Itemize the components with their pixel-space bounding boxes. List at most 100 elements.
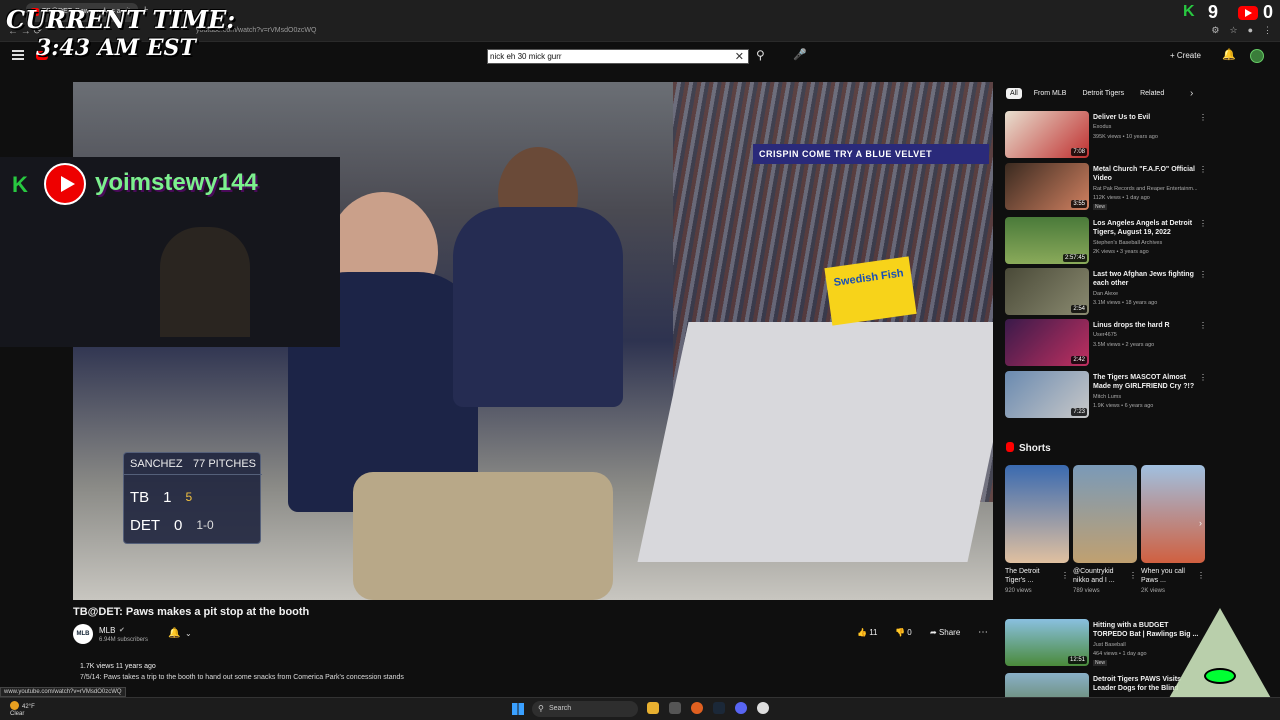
more-options-icon[interactable]: ⋮ bbox=[1199, 113, 1207, 122]
recommendation-item[interactable]: 2:54 Last two Afghan Jews fighting each … bbox=[1005, 268, 1215, 315]
taskbar-apps bbox=[647, 702, 769, 714]
browser-menu-icon[interactable]: ⋮ bbox=[1263, 25, 1272, 36]
short-item[interactable]: @Countrykid nikko and I ... 789 views ⋮ bbox=[1073, 465, 1137, 594]
thumbnail[interactable]: 2:42 bbox=[1005, 319, 1089, 366]
profile-icon[interactable]: ● bbox=[1248, 25, 1253, 36]
clear-search-icon[interactable]: ✕ bbox=[735, 50, 744, 63]
share-button[interactable]: ➦ Share bbox=[930, 628, 960, 637]
recommendation-item[interactable]: 2:42 Linus drops the hard R User4675 3.5… bbox=[1005, 319, 1215, 366]
share-label: Share bbox=[938, 628, 961, 637]
recommendation-item[interactable]: 2:57:45 Los Angeles Angels at Detroit Ti… bbox=[1005, 217, 1215, 264]
more-options-icon[interactable]: ⋮ bbox=[1061, 571, 1069, 580]
temperature: 42°F bbox=[22, 704, 35, 710]
chip-from-mlb[interactable]: From MLB bbox=[1030, 88, 1071, 99]
more-options-icon[interactable]: ⋮ bbox=[1129, 571, 1137, 580]
eye-icon bbox=[1204, 668, 1236, 684]
recommendation-item[interactable]: 7:08 Deliver Us to Evil Exodus 395K view… bbox=[1005, 111, 1215, 158]
channel-name[interactable]: MLB bbox=[99, 626, 115, 635]
app-icon[interactable] bbox=[669, 702, 681, 714]
more-options-icon[interactable]: ⋮ bbox=[1199, 321, 1207, 330]
chip-detroit-tigers[interactable]: Detroit Tigers bbox=[1078, 88, 1128, 99]
away-team: TB bbox=[130, 488, 150, 506]
duration-badge: 7:08 bbox=[1071, 148, 1087, 156]
rec-title[interactable]: Deliver Us to Evil bbox=[1093, 113, 1199, 122]
rec-title[interactable]: Metal Church "F.A.F.O" Official Video bbox=[1093, 165, 1199, 183]
more-options-icon[interactable]: ⋮ bbox=[1199, 270, 1207, 279]
more-actions-icon[interactable]: ⋯ bbox=[978, 627, 988, 638]
shorts-heading: Shorts bbox=[1006, 442, 1051, 454]
thumbnail[interactable] bbox=[1005, 673, 1089, 697]
dislike-button[interactable]: 👎 0 bbox=[895, 628, 912, 637]
chrome-icon[interactable] bbox=[757, 702, 769, 714]
steam-icon[interactable] bbox=[713, 702, 725, 714]
weather-widget[interactable]: 42°F Clear bbox=[10, 701, 35, 718]
kick-viewers-icon: K bbox=[1183, 3, 1195, 20]
short-title[interactable]: @Countrykid nikko and I ... bbox=[1073, 567, 1129, 585]
rec-title[interactable]: Los Angeles Angels at Detroit Tigers, Au… bbox=[1093, 219, 1199, 237]
rec-channel[interactable]: Dan Alexe bbox=[1093, 291, 1208, 297]
like-button[interactable]: 👍 11 bbox=[857, 628, 878, 637]
chip-all[interactable]: All bbox=[1006, 88, 1022, 99]
create-button[interactable]: + Create bbox=[1170, 51, 1201, 60]
thumbnail[interactable]: 2:54 bbox=[1005, 268, 1089, 315]
webcam-person bbox=[160, 227, 250, 337]
more-options-icon[interactable]: ⋮ bbox=[1197, 571, 1205, 580]
youtube-viewer-count: 0 bbox=[1263, 2, 1274, 22]
short-title[interactable]: When you call Paws ... bbox=[1141, 567, 1197, 585]
rec-title[interactable]: The Tigers MASCOT Almost Made my GIRLFRI… bbox=[1093, 373, 1199, 391]
rec-channel[interactable]: Stephen's Baseball Archives bbox=[1093, 240, 1208, 246]
short-item[interactable]: When you call Paws ... 2K views ⋮ bbox=[1141, 465, 1205, 594]
rec-meta: 395K views • 10 years ago bbox=[1093, 134, 1158, 140]
file-explorer-icon[interactable] bbox=[647, 702, 659, 714]
account-avatar[interactable] bbox=[1250, 49, 1264, 63]
extensions-icon[interactable]: ⚙ bbox=[1211, 25, 1219, 36]
short-thumbnail[interactable] bbox=[1141, 465, 1205, 563]
windows-start-icon[interactable] bbox=[512, 703, 524, 715]
search-input[interactable]: nick eh 30 mick gurr ✕ bbox=[487, 49, 749, 64]
discord-icon[interactable] bbox=[735, 702, 747, 714]
duration-badge: 3:55 bbox=[1071, 200, 1087, 208]
channel-avatar[interactable]: MLB bbox=[73, 624, 93, 644]
thumbnail[interactable]: 2:57:45 bbox=[1005, 217, 1089, 264]
scorebug-away-row: TB 1 5 bbox=[124, 483, 262, 511]
thumbnail[interactable]: 3:55 bbox=[1005, 163, 1089, 210]
chip-related[interactable]: Related bbox=[1136, 88, 1168, 99]
rec-channel[interactable]: Rat Pak Records and Reaper Entertainm... bbox=[1093, 186, 1208, 192]
subscription-bell-icon[interactable]: 🔔 bbox=[168, 628, 180, 639]
search-icon[interactable]: ⚲ bbox=[756, 48, 765, 62]
chevron-right-icon[interactable]: › bbox=[1190, 88, 1193, 99]
bookmark-icon[interactable]: ☆ bbox=[1229, 25, 1237, 36]
chevron-down-icon[interactable]: ⌄ bbox=[185, 629, 192, 638]
rec-channel[interactable]: Mitch Lums bbox=[1093, 394, 1208, 400]
rec-channel[interactable]: User4675 bbox=[1093, 332, 1208, 338]
taskbar-search[interactable]: ⚲ Search bbox=[532, 701, 638, 717]
short-item[interactable]: The Detroit Tiger's ... 920 views ⋮ bbox=[1005, 465, 1069, 594]
rec-channel[interactable]: Exodus bbox=[1093, 124, 1208, 130]
notifications-bell-icon[interactable]: 🔔 bbox=[1222, 48, 1236, 61]
more-options-icon[interactable]: ⋮ bbox=[1199, 373, 1207, 382]
rec-title[interactable]: Last two Afghan Jews fighting each other bbox=[1093, 270, 1199, 288]
thumbnail[interactable]: 12:51 bbox=[1005, 619, 1089, 666]
recommendation-item[interactable]: 3:55 Metal Church "F.A.F.O" Official Vid… bbox=[1005, 163, 1215, 210]
short-thumbnail[interactable] bbox=[1005, 465, 1069, 563]
more-options-icon[interactable]: ⋮ bbox=[1199, 165, 1207, 174]
thumbnail[interactable]: 7:08 bbox=[1005, 111, 1089, 158]
short-thumbnail[interactable] bbox=[1073, 465, 1137, 563]
kick-viewer-count: 9 bbox=[1208, 2, 1219, 22]
rec-meta: 1.9K views • 6 years ago bbox=[1093, 403, 1154, 409]
rec-title[interactable]: Linus drops the hard R bbox=[1093, 321, 1199, 330]
current-time-overlay: CURRENT TIME: 3:43 AM EST bbox=[6, 6, 235, 62]
subscriber-count: 6.94M subscribers bbox=[99, 637, 149, 643]
recommendation-item[interactable]: 7:23 The Tigers MASCOT Almost Made my GI… bbox=[1005, 371, 1215, 418]
short-title[interactable]: The Detroit Tiger's ... bbox=[1005, 567, 1061, 585]
away-score: 1 bbox=[163, 488, 172, 506]
pitch-count: 77 PITCHES bbox=[193, 458, 256, 470]
video-description[interactable]: 7/5/14: Paws takes a trip to the booth t… bbox=[80, 674, 404, 681]
illuminati-triangle-overlay bbox=[1168, 608, 1272, 700]
search-icon: ⚲ bbox=[538, 704, 544, 713]
microphone-icon[interactable]: 🎤 bbox=[793, 48, 807, 61]
firefox-icon[interactable] bbox=[691, 702, 703, 714]
chevron-right-icon[interactable]: › bbox=[1199, 518, 1202, 528]
thumbnail[interactable]: 7:23 bbox=[1005, 371, 1089, 418]
more-options-icon[interactable]: ⋮ bbox=[1199, 219, 1207, 228]
